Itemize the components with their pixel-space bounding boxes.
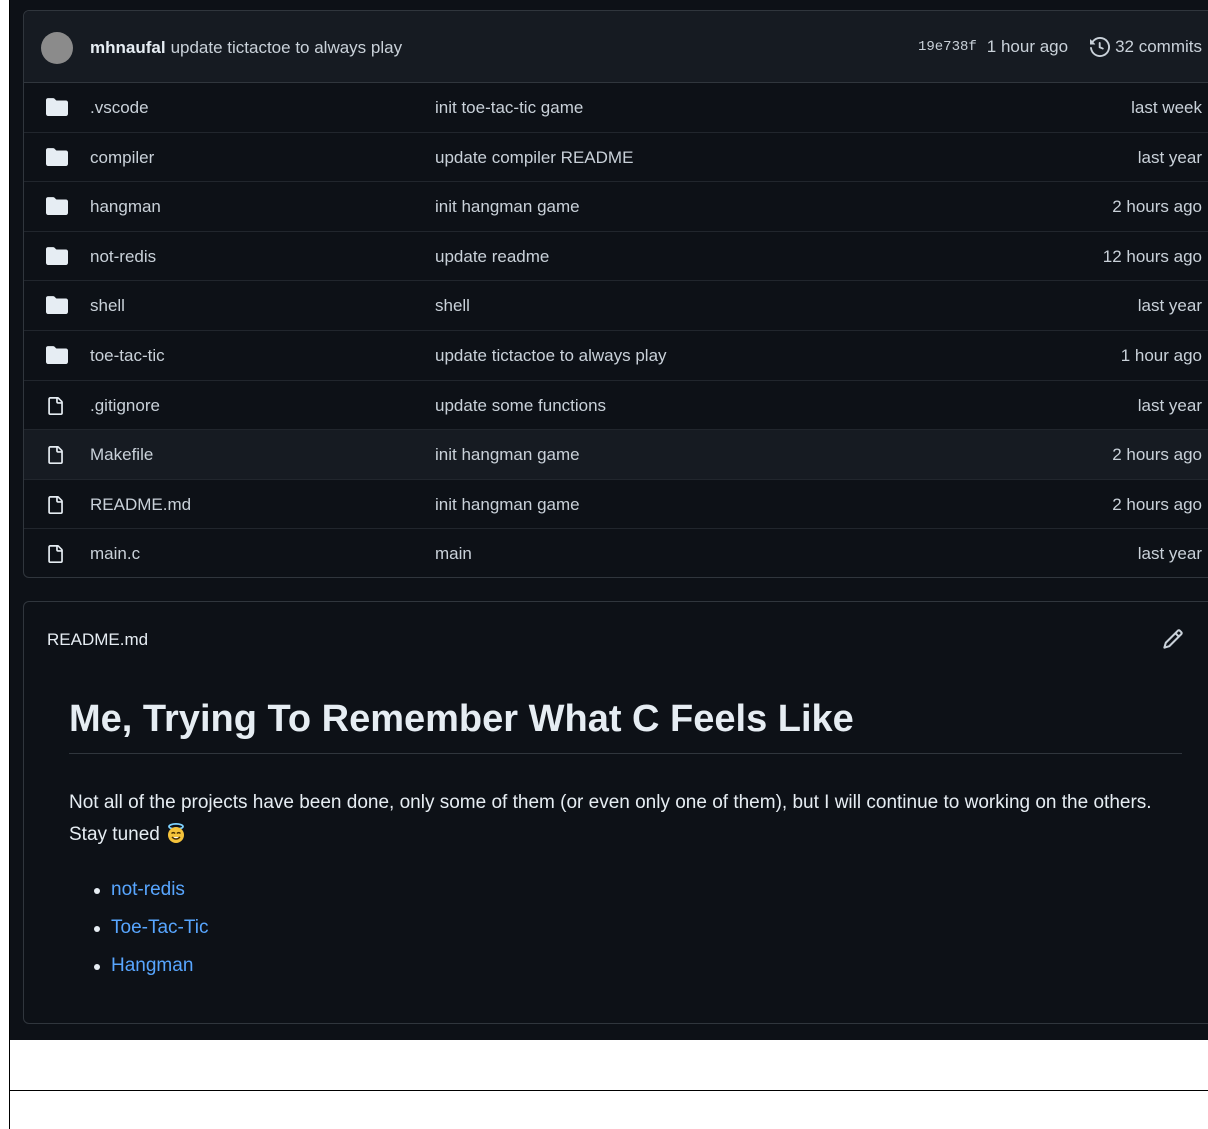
list-item: Hangman xyxy=(92,947,208,985)
readme-title: Me, Trying To Remember What C Feels Like xyxy=(69,698,1182,754)
folder-icon xyxy=(46,246,68,265)
commit-meta: 19e738f 1 hour ago 32 commits xyxy=(918,37,1202,57)
file-icon xyxy=(46,544,68,564)
file-commit-link[interactable]: update readme xyxy=(435,247,549,267)
frame-border-bottom xyxy=(9,1090,1208,1091)
folder-icon xyxy=(46,197,68,216)
file-browser: mhnaufal update tictactoe to always play … xyxy=(23,10,1208,578)
commit-sha[interactable]: 19e738f xyxy=(918,39,977,55)
file-commit-link[interactable]: init hangman game xyxy=(435,495,580,515)
file-name-link[interactable]: not-redis xyxy=(90,247,156,267)
readme-filename: README.md xyxy=(47,630,149,649)
file-age: 12 hours ago xyxy=(1102,246,1202,266)
file-age: last year xyxy=(1137,395,1202,415)
commit-time: 1 hour ago xyxy=(986,37,1069,56)
file-commit-link[interactable]: main xyxy=(435,544,472,564)
readme-link-list: not-redis Toe-Tac-Tic Hangman xyxy=(92,871,208,985)
file-age: last year xyxy=(1137,147,1202,167)
table-row[interactable]: README.md init hangman game 2 hours ago xyxy=(24,480,1208,530)
file-age: 1 hour ago xyxy=(1120,345,1202,365)
commit-message-text[interactable]: update tictactoe to always play xyxy=(171,38,403,57)
file-name-link[interactable]: .gitignore xyxy=(90,396,160,416)
table-row[interactable]: compiler update compiler README last year xyxy=(24,133,1208,183)
file-commit-link[interactable]: update tictactoe to always play xyxy=(435,346,667,366)
file-commit-link[interactable]: init hangman game xyxy=(435,197,580,217)
folder-icon xyxy=(46,98,68,116)
link-not-redis[interactable]: not-redis xyxy=(111,879,185,900)
list-item: Toe-Tac-Tic xyxy=(92,909,208,947)
commit-author[interactable]: mhnaufal xyxy=(90,38,166,57)
table-row[interactable]: not-redis update readme 12 hours ago xyxy=(24,232,1208,282)
table-row[interactable]: main.c main last year xyxy=(24,529,1208,577)
file-icon xyxy=(46,396,68,415)
commits-link[interactable]: 32 commits xyxy=(1090,37,1202,57)
readme-panel: README.md Me, Trying To Remember What C … xyxy=(23,601,1208,1024)
file-name-link[interactable]: hangman xyxy=(90,197,161,217)
link-hangman[interactable]: Hangman xyxy=(111,955,193,976)
file-icon xyxy=(46,445,68,465)
file-age: 2 hours ago xyxy=(1112,197,1202,217)
folder-icon xyxy=(46,296,68,315)
table-row[interactable]: toe-tac-tic update tictactoe to always pl… xyxy=(24,331,1208,381)
latest-commit-message: mhnaufal update tictactoe to always play xyxy=(90,38,402,58)
file-commit-link[interactable]: update compiler README xyxy=(435,148,633,168)
file-commit-link[interactable]: init toe-tac-tic game xyxy=(435,98,583,118)
folder-icon xyxy=(46,346,68,364)
list-item: not-redis xyxy=(92,871,208,909)
file-name-link[interactable]: toe-tac-tic xyxy=(90,346,165,366)
table-row[interactable]: Makefile init hangman game 2 hours ago xyxy=(24,430,1208,480)
file-name-link[interactable]: README.md xyxy=(90,495,191,515)
folder-icon xyxy=(46,147,68,166)
file-icon xyxy=(46,495,68,514)
file-list: .vscode init toe-tac-tic game last week com… xyxy=(24,83,1208,577)
latest-commit-bar: mhnaufal update tictactoe to always play … xyxy=(24,11,1208,83)
file-commit-link[interactable]: update some functions xyxy=(435,396,606,416)
file-name-link[interactable]: .vscode xyxy=(90,98,149,118)
file-name-link[interactable]: compiler xyxy=(90,148,154,168)
file-commit-link[interactable]: init hangman game xyxy=(435,445,580,465)
smiling-face-with-halo-emoji-icon xyxy=(165,822,187,844)
table-row[interactable]: .vscode init toe-tac-tic game last week xyxy=(24,83,1208,133)
file-commit-link[interactable]: shell xyxy=(435,296,470,316)
file-age: 2 hours ago xyxy=(1112,494,1202,514)
file-name-link[interactable]: shell xyxy=(90,296,125,316)
file-name-link[interactable]: main.c xyxy=(90,544,140,564)
readme-paragraph-text: Not all of the projects have been done, … xyxy=(69,792,1152,845)
file-age: last week xyxy=(1131,98,1202,117)
table-row[interactable]: shell shell last year xyxy=(24,281,1208,331)
avatar[interactable] xyxy=(41,32,73,64)
file-name-link[interactable]: Makefile xyxy=(90,445,153,465)
file-age: 2 hours ago xyxy=(1112,445,1202,465)
commits-count: 32 commits xyxy=(1115,37,1202,56)
file-age: last year xyxy=(1137,296,1202,316)
link-toe-tac-tic[interactable]: Toe-Tac-Tic xyxy=(111,917,208,938)
pencil-icon[interactable] xyxy=(1162,628,1184,650)
readme-paragraph: Not all of the projects have been done, … xyxy=(69,787,1179,851)
file-age: last year xyxy=(1137,544,1202,564)
table-row[interactable]: .gitignore update some functions last year xyxy=(24,381,1208,431)
table-row[interactable]: hangman init hangman game 2 hours ago xyxy=(24,182,1208,232)
history-icon xyxy=(1090,37,1111,57)
